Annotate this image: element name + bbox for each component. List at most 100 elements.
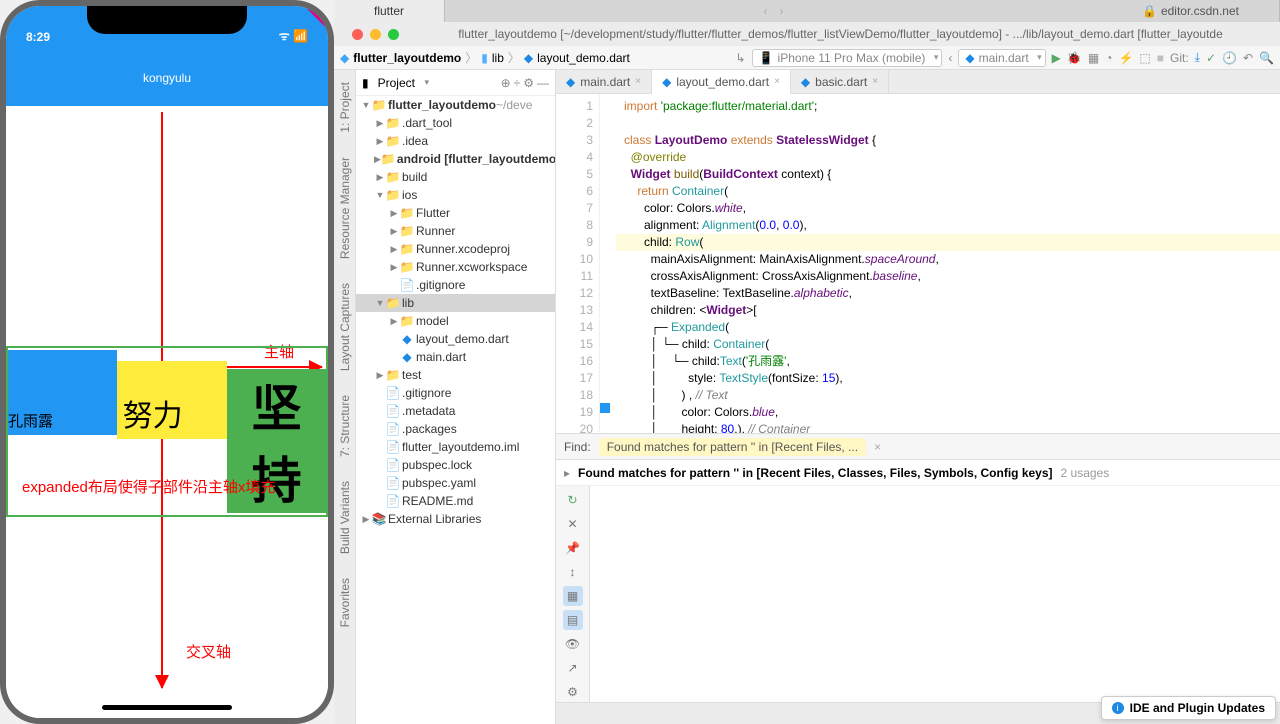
- favorites-tool-button[interactable]: Favorites: [338, 578, 352, 627]
- tree-row[interactable]: ▶📁android [flutter_layoutdemo_android]: [356, 150, 555, 168]
- group-icon[interactable]: ▦: [563, 586, 583, 606]
- macos-tab-bar: flutter ‹ › 🔒 editor.csdn.net: [334, 0, 1280, 22]
- tree-row[interactable]: ▶📁test: [356, 366, 555, 384]
- window-title: flutter_layoutdemo [~/development/study/…: [458, 27, 1223, 41]
- ide-updates-popup[interactable]: i IDE and Plugin Updates: [1101, 696, 1276, 720]
- project-tool-button[interactable]: 1: Project: [338, 82, 352, 133]
- tree-row[interactable]: ▶📁.idea: [356, 132, 555, 150]
- editor-tab[interactable]: ◆basic.dart×: [791, 70, 889, 93]
- project-view-selector[interactable]: Project: [372, 74, 433, 92]
- preview-icon[interactable]: 👁: [563, 634, 583, 654]
- file-icon: 📁: [386, 296, 400, 310]
- tree-row[interactable]: ▶📁build: [356, 168, 555, 186]
- tree-row[interactable]: ◆main.dart: [356, 348, 555, 366]
- chevron-right-icon[interactable]: ▸: [564, 466, 570, 480]
- attach-button[interactable]: ⬚: [1139, 51, 1150, 65]
- dart-file-icon: ◆: [662, 75, 671, 89]
- tree-row[interactable]: ▶📚External Libraries: [356, 510, 555, 528]
- stop-button[interactable]: ■: [1157, 51, 1164, 65]
- tree-row[interactable]: 📄.metadata: [356, 402, 555, 420]
- app-bar: kongyulu: [6, 50, 328, 106]
- settings-icon[interactable]: ⚙: [563, 682, 583, 702]
- close-icon[interactable]: ×: [872, 76, 878, 87]
- tree-row[interactable]: ▼📁flutter_layoutdemo ~/deve: [356, 96, 555, 114]
- editor-tab[interactable]: ◆main.dart×: [556, 70, 652, 93]
- tree-row[interactable]: ▶📁Runner: [356, 222, 555, 240]
- file-icon: 📁: [400, 314, 414, 328]
- update-popup-text: IDE and Plugin Updates: [1130, 701, 1265, 715]
- dart-file-icon: ◆: [801, 75, 810, 89]
- tree-row[interactable]: 📄pubspec.yaml: [356, 474, 555, 492]
- color-swatch-icon: [600, 403, 610, 413]
- hide-icon[interactable]: —: [537, 76, 549, 90]
- tree-row[interactable]: ▶📁Flutter: [356, 204, 555, 222]
- git-revert-button[interactable]: ↶: [1243, 51, 1253, 65]
- chevron-right-icon[interactable]: ›: [774, 4, 790, 18]
- tree-row[interactable]: ▶📁Runner.xcworkspace: [356, 258, 555, 276]
- breadcrumb[interactable]: layout_demo.dart: [537, 51, 630, 65]
- macos-tab-nav[interactable]: ‹ ›: [445, 0, 1102, 22]
- git-commit-button[interactable]: ✓: [1206, 51, 1216, 65]
- tree-row[interactable]: 📄.packages: [356, 420, 555, 438]
- editor-tab[interactable]: ◆layout_demo.dart×: [652, 70, 791, 94]
- coverage-button[interactable]: ▦: [1088, 51, 1099, 65]
- expand-icon[interactable]: ↕: [563, 562, 583, 582]
- collapse-icon[interactable]: ÷: [514, 76, 521, 90]
- chevron-left-icon[interactable]: ‹: [758, 4, 774, 18]
- pin-icon[interactable]: 📌: [563, 538, 583, 558]
- notch: [87, 6, 247, 34]
- chevron-left-icon[interactable]: ‹: [948, 51, 952, 65]
- tree-row[interactable]: 📄.gitignore: [356, 276, 555, 294]
- close-icon[interactable]: ×: [635, 76, 641, 87]
- profile-button[interactable]: ◔: [1105, 51, 1112, 65]
- find-summary-tab[interactable]: Found matches for pattern '' in [Recent …: [599, 438, 866, 456]
- tree-row[interactable]: 📄flutter_layoutdemo.iml: [356, 438, 555, 456]
- close-icon[interactable]: ✕: [563, 514, 583, 534]
- macos-tab[interactable]: flutter: [334, 0, 445, 22]
- layout-captures-tool-button[interactable]: Layout Captures: [338, 283, 352, 371]
- maximize-window-button[interactable]: [388, 29, 399, 40]
- git-update-button[interactable]: ⤓: [1195, 50, 1200, 65]
- file-icon: 📁: [400, 260, 414, 274]
- filter-icon[interactable]: ▤: [563, 610, 583, 630]
- code-editor[interactable]: import 'package:flutter/material.dart'; …: [616, 94, 1280, 433]
- tree-row[interactable]: ▼📁lib: [356, 294, 555, 312]
- tree-row[interactable]: ▼📁ios: [356, 186, 555, 204]
- close-icon[interactable]: ×: [874, 440, 881, 454]
- tree-row[interactable]: 📄pubspec.lock: [356, 456, 555, 474]
- project-tree[interactable]: ▼📁flutter_layoutdemo ~/deve▶📁.dart_tool▶…: [356, 96, 555, 724]
- device-selector[interactable]: 📱 iPhone 11 Pro Max (mobile): [752, 49, 943, 67]
- run-button[interactable]: ▶: [1052, 51, 1061, 65]
- breadcrumb[interactable]: lib: [492, 51, 504, 65]
- export-icon[interactable]: ↗: [563, 658, 583, 678]
- tree-row[interactable]: ▶📁model: [356, 312, 555, 330]
- tree-row[interactable]: ▶📁.dart_tool: [356, 114, 555, 132]
- dart-file-icon: ◆: [566, 75, 575, 89]
- rerun-icon[interactable]: ↻: [563, 490, 583, 510]
- tree-row[interactable]: 📄.gitignore: [356, 384, 555, 402]
- resource-manager-tool-button[interactable]: Resource Manager: [338, 157, 352, 259]
- dart-file-icon: ◆: [524, 51, 533, 65]
- usages-panel: ↻ ✕ 📌 ↕ ▦ ▤ 👁 ↗ ⚙: [556, 485, 1280, 702]
- breadcrumb[interactable]: flutter_layoutdemo: [353, 51, 461, 65]
- tree-row[interactable]: ▶📁Runner.xcodeproj: [356, 240, 555, 258]
- hot-reload-button[interactable]: ⚡: [1118, 51, 1133, 65]
- window-title-bar: flutter_layoutdemo [~/development/study/…: [334, 22, 1280, 46]
- add-config-button[interactable]: ↳: [736, 51, 746, 65]
- run-config-selector[interactable]: ◆ main.dart: [958, 49, 1045, 67]
- debug-button[interactable]: 🐞: [1067, 51, 1082, 65]
- structure-tool-button[interactable]: 7: Structure: [338, 395, 352, 457]
- tree-row[interactable]: 📄README.md: [356, 492, 555, 510]
- build-variants-tool-button[interactable]: Build Variants: [338, 481, 352, 554]
- git-history-button[interactable]: 🕘: [1222, 51, 1237, 65]
- file-icon: 📁: [372, 98, 386, 112]
- close-window-button[interactable]: [352, 29, 363, 40]
- macos-tab[interactable]: 🔒 editor.csdn.net: [1102, 0, 1280, 22]
- minimize-window-button[interactable]: [370, 29, 381, 40]
- search-icon[interactable]: 🔍: [1259, 51, 1274, 65]
- gear-icon[interactable]: ⚙: [523, 76, 534, 90]
- close-icon[interactable]: ×: [774, 76, 780, 87]
- gear-icon[interactable]: ⊕: [501, 76, 511, 90]
- tree-row[interactable]: ◆layout_demo.dart: [356, 330, 555, 348]
- editor-tabs: ◆main.dart×◆layout_demo.dart×◆basic.dart…: [556, 70, 1280, 94]
